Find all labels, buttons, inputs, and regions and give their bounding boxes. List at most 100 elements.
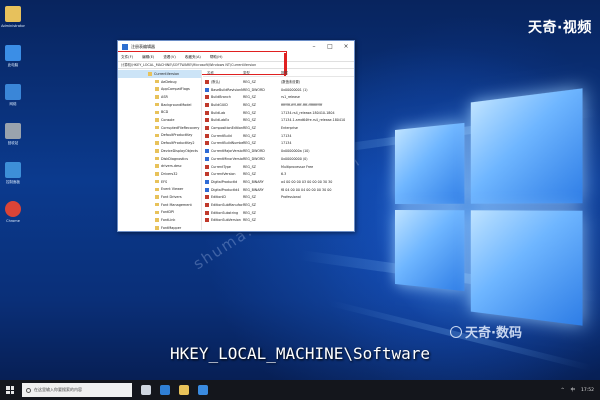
maximize-button[interactable]: □ xyxy=(322,41,338,53)
tree-item[interactable]: CurrentVersion xyxy=(118,70,202,78)
folder-icon xyxy=(155,226,159,230)
minimize-button[interactable]: – xyxy=(306,41,322,53)
tree-item[interactable]: Font Drivers xyxy=(118,193,202,201)
value-name: CompositionEditionID xyxy=(211,126,243,130)
tree-item[interactable]: EFS xyxy=(118,178,202,186)
value-row[interactable]: DigitalProductId REG_BINARY a4 00 00 00 03… xyxy=(203,178,354,186)
tree-item[interactable]: DefaultProductKey xyxy=(118,132,202,140)
tree-item[interactable]: AppCompatFlags xyxy=(118,85,202,93)
desktop-icon-user-folder[interactable]: Administrator xyxy=(0,6,26,38)
tree-item-label: DeviceDisplayObjects xyxy=(161,149,198,153)
value-type: REG_SZ xyxy=(243,141,281,145)
tree-item[interactable]: DeviceDisplayObjects xyxy=(118,147,202,155)
system-tray: ^ 中 17:52 xyxy=(555,380,594,400)
registry-editor-window[interactable]: 注册表编辑器 – □ × 文件(F) 编辑(E) 查看(V) 收藏夹(A) 帮助… xyxy=(117,40,355,232)
tree-item[interactable]: FontMapper xyxy=(118,224,202,230)
tree-item[interactable]: DefaultProductKey2 xyxy=(118,139,202,147)
tree-item[interactable]: BackgroundModel xyxy=(118,101,202,109)
value-name: CurrentVersion xyxy=(211,172,243,176)
tree-item[interactable]: DiskDiagnostics xyxy=(118,155,202,163)
tree-item-label: Font Management xyxy=(161,203,192,207)
desktop-icon-recycle-bin[interactable]: 回收站 xyxy=(0,123,26,155)
value-row[interactable]: DigitalProductId4 REG_BINARY f8 04 00 00 0… xyxy=(203,186,354,194)
close-button[interactable]: × xyxy=(338,41,354,53)
tray-chevron-icon[interactable]: ^ xyxy=(561,388,565,393)
value-type: REG_SZ xyxy=(243,218,281,222)
tree-item-label: ASR xyxy=(161,95,168,99)
tree-item[interactable]: Font Management xyxy=(118,201,202,209)
column-type[interactable]: 类型 xyxy=(243,70,281,76)
string-value-icon xyxy=(205,195,209,199)
value-row[interactable]: EditionSubstring REG_SZ xyxy=(203,209,354,217)
folder-icon xyxy=(155,134,159,138)
taskbar-task-view-icon[interactable] xyxy=(141,385,151,395)
value-type: REG_DWORD xyxy=(243,149,281,153)
desktop: Administrator此电脑网络回收站控制面板Chrome 天奇·视频 sh… xyxy=(0,0,600,400)
desktop-icon-chrome[interactable]: Chrome xyxy=(0,201,26,233)
value-name: BuildLab xyxy=(211,111,243,115)
value-row[interactable]: BuildLab REG_SZ 17134.rs4_release.180410-1… xyxy=(203,109,354,117)
taskbar-search[interactable]: 在这里输入你要搜索的内容 xyxy=(22,383,132,397)
value-type: REG_SZ xyxy=(243,211,281,215)
tree-item-label: DiskDiagnostics xyxy=(161,157,188,161)
desktop-icon-this-pc[interactable]: 此电脑 xyxy=(0,45,26,77)
tree-item[interactable]: FontLink xyxy=(118,216,202,224)
value-row[interactable]: EditionSubManufacturerREG_SZ xyxy=(203,201,354,209)
value-name: DigitalProductId4 xyxy=(211,188,243,192)
string-value-icon xyxy=(205,118,209,122)
start-button[interactable] xyxy=(6,386,14,394)
value-row[interactable]: CurrentMajorVersionNumberREG_DWORD 0x0000… xyxy=(203,147,354,155)
value-row[interactable]: EditionSubVersion REG_SZ xyxy=(203,217,354,225)
tree-item[interactable]: Drivers32 xyxy=(118,170,202,178)
value-row[interactable]: CurrentBuildNumber REG_SZ 17134 xyxy=(203,140,354,148)
folder-icon xyxy=(155,149,159,153)
tree-item[interactable]: BCD xyxy=(118,109,202,117)
binary-value-icon xyxy=(205,180,209,184)
caption-text: HKEY_LOCAL_MACHINE\Software xyxy=(0,344,600,363)
taskbar-regedit-icon[interactable] xyxy=(198,385,208,395)
tree-item-label: CorruptedFileRecovery xyxy=(161,126,199,130)
value-data: a4 00 00 00 03 00 00 00 30 30 xyxy=(281,180,353,184)
value-row[interactable]: CompositionEditionID REG_SZ Enterprise xyxy=(203,124,354,132)
value-row[interactable]: BuildLabEx REG_SZ 17134.1.amd64fre.rs4_rel… xyxy=(203,117,354,125)
binary-value-icon xyxy=(205,149,209,153)
value-row[interactable]: CurrentType REG_SZ Multiprocessor Free xyxy=(203,163,354,171)
folder-icon xyxy=(155,103,159,107)
column-data[interactable]: 数据 xyxy=(281,70,353,76)
value-row[interactable]: (默认) REG_SZ (数值未设置) xyxy=(203,78,354,86)
tree-item[interactable]: Console xyxy=(118,116,202,124)
folder-icon xyxy=(155,218,159,222)
tree-item[interactable]: AeDebug xyxy=(118,78,202,86)
binary-value-icon xyxy=(205,88,209,92)
folder-icon xyxy=(155,141,159,145)
folder-icon xyxy=(155,164,159,168)
value-type: REG_SZ xyxy=(243,118,281,122)
tree-item[interactable]: Event Viewer xyxy=(118,186,202,194)
value-type: REG_DWORD xyxy=(243,157,281,161)
control-panel-icon xyxy=(5,162,21,178)
value-type: REG_SZ xyxy=(243,165,281,169)
tree-item-label: Console xyxy=(161,118,174,122)
value-row[interactable]: CurrentVersion REG_SZ 6.3 xyxy=(203,170,354,178)
tree-item[interactable]: drivers.desc xyxy=(118,162,202,170)
clock[interactable]: 17:52 xyxy=(581,388,594,393)
taskbar-file-explorer-icon[interactable] xyxy=(179,385,189,395)
folder-icon xyxy=(155,87,159,91)
tree-item[interactable]: ASR xyxy=(118,93,202,101)
value-row[interactable]: CurrentMinorVersionNumberREG_DWORD 0x0000… xyxy=(203,155,354,163)
value-row[interactable]: BuildGUID REG_SZ ffffffff-ffff-ffff-ffff-f… xyxy=(203,101,354,109)
value-row[interactable]: EditionID REG_SZ Professional xyxy=(203,194,354,202)
value-data: 0x00000000 (0) xyxy=(281,157,353,161)
folder-icon xyxy=(155,111,159,115)
search-icon xyxy=(26,388,31,393)
taskbar-edge-icon[interactable] xyxy=(160,385,170,395)
value-row[interactable]: CurrentBuild REG_SZ 17134 xyxy=(203,132,354,140)
desktop-icon-control-panel[interactable]: 控制面板 xyxy=(0,162,26,194)
column-name[interactable]: 名称 xyxy=(203,70,243,76)
tree-item[interactable]: CorruptedFileRecovery xyxy=(118,124,202,132)
value-row[interactable]: BuildBranch REG_SZ rs1_release xyxy=(203,93,354,101)
input-method-indicator[interactable]: 中 xyxy=(571,387,576,393)
tree-item[interactable]: FontDPI xyxy=(118,209,202,217)
value-row[interactable]: BaseBuildRevisionNumberREG_DWORD 0x000000… xyxy=(203,86,354,94)
desktop-icon-network[interactable]: 网络 xyxy=(0,84,26,116)
